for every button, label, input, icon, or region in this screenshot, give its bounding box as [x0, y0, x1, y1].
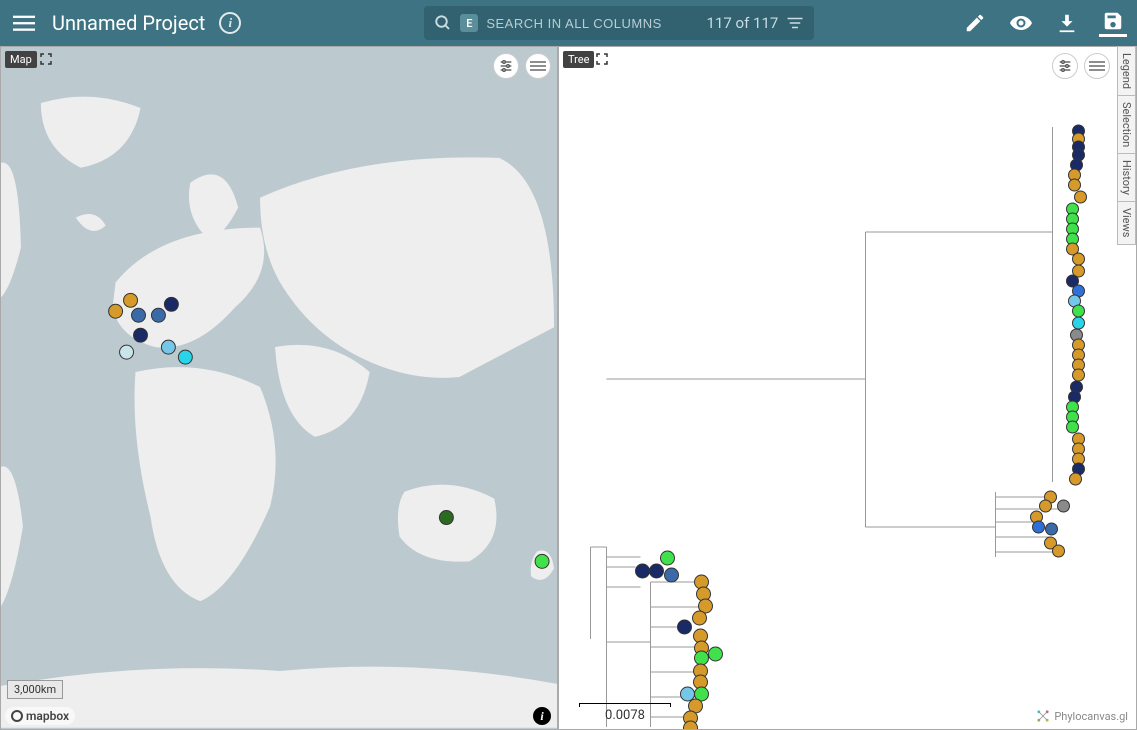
data-marker[interactable] [161, 340, 175, 354]
map-label: Map [5, 51, 37, 68]
search-chip[interactable]: E [460, 14, 478, 32]
tree-expand-button[interactable] [595, 52, 609, 66]
map-menu-button[interactable] [525, 53, 551, 79]
data-marker[interactable] [1046, 523, 1058, 535]
data-marker[interactable] [120, 345, 134, 359]
project-title: Unnamed Project [52, 11, 205, 35]
data-marker[interactable] [1053, 545, 1065, 557]
data-marker[interactable] [1033, 521, 1045, 533]
data-marker[interactable] [678, 620, 692, 634]
map-panel: Map [0, 46, 558, 730]
phylocanvas-icon [1036, 709, 1050, 723]
search-icon [434, 14, 452, 32]
filter-icon[interactable] [786, 14, 804, 32]
menu-button[interactable] [10, 9, 38, 37]
data-marker[interactable] [164, 297, 178, 311]
data-marker[interactable] [636, 564, 650, 578]
data-marker[interactable] [650, 564, 664, 578]
visibility-button[interactable] [1007, 9, 1035, 37]
side-tab-history[interactable]: History [1117, 154, 1136, 202]
side-tabs: Legend Selection History Views [1117, 46, 1137, 245]
map-settings-button[interactable] [493, 53, 519, 79]
data-marker[interactable] [1075, 191, 1087, 203]
tree-menu-button[interactable] [1084, 53, 1110, 79]
data-marker[interactable] [1058, 500, 1070, 512]
map-expand-button[interactable] [39, 52, 53, 66]
result-count: 117 of 117 [707, 14, 779, 32]
data-marker[interactable] [695, 651, 709, 665]
data-marker[interactable] [124, 293, 138, 307]
data-marker[interactable] [693, 611, 707, 625]
download-button[interactable] [1053, 9, 1081, 37]
map-info-button[interactable]: i [533, 707, 551, 725]
data-marker[interactable] [1067, 421, 1079, 433]
map-attribution[interactable]: mapbox [5, 707, 75, 725]
data-marker[interactable] [151, 308, 165, 322]
search-input[interactable] [486, 16, 698, 31]
panels-container: Map [0, 46, 1137, 730]
data-marker[interactable] [1073, 253, 1085, 265]
save-button[interactable] [1099, 9, 1127, 37]
info-icon[interactable]: i [219, 12, 241, 34]
data-marker[interactable] [132, 308, 146, 322]
data-marker[interactable] [178, 350, 192, 364]
data-marker[interactable] [109, 304, 123, 318]
side-tab-views[interactable]: Views [1117, 202, 1136, 244]
data-marker[interactable] [1073, 305, 1085, 317]
data-marker[interactable] [1070, 473, 1082, 485]
tree-scale: 0.0078 [579, 703, 671, 723]
data-marker[interactable] [665, 568, 679, 582]
tree-panel: Tree 0.0078 [558, 46, 1137, 730]
edit-button[interactable] [961, 9, 989, 37]
tree-attribution[interactable]: Phylocanvas.gl [1036, 709, 1128, 723]
data-marker[interactable] [1069, 179, 1081, 191]
tree-label: Tree [563, 51, 594, 68]
data-marker[interactable] [661, 551, 675, 565]
side-tab-selection[interactable]: Selection [1117, 96, 1136, 154]
data-marker[interactable] [1040, 500, 1052, 512]
map-scale: 3,000km [7, 680, 63, 699]
data-marker[interactable] [709, 647, 723, 661]
header-bar: Unnamed Project i E 117 of 117 [0, 0, 1137, 46]
search-bar: E 117 of 117 [424, 6, 814, 40]
tree-canvas[interactable] [559, 47, 1136, 729]
data-marker[interactable] [1073, 317, 1085, 329]
data-marker[interactable] [681, 687, 695, 701]
data-marker[interactable] [439, 511, 453, 525]
side-tab-legend[interactable]: Legend [1117, 46, 1136, 96]
mapbox-logo-icon [11, 710, 23, 722]
data-marker[interactable] [1073, 369, 1085, 381]
map-canvas[interactable] [1, 47, 557, 729]
data-marker[interactable] [535, 554, 549, 568]
data-marker[interactable] [134, 328, 148, 342]
tree-settings-button[interactable] [1052, 53, 1078, 79]
